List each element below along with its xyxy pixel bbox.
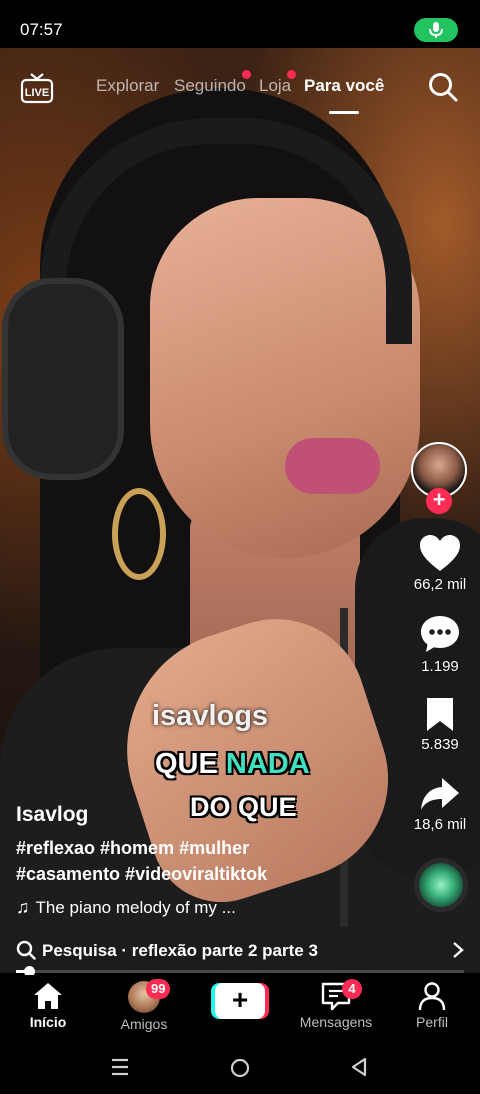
nav-home[interactable]: Início	[0, 981, 98, 1030]
music-title: The piano melody of my ...	[35, 898, 236, 917]
share-arrow-icon	[421, 778, 459, 810]
save-button[interactable]: 5.839	[405, 696, 475, 753]
nav-friends-label: Amigos	[120, 1016, 168, 1032]
mic-active-indicator	[414, 18, 458, 42]
nav-profile[interactable]: Perfil	[382, 981, 480, 1030]
save-count: 5.839	[421, 736, 459, 753]
music-disc[interactable]	[414, 858, 468, 912]
video-watermark-handle: isavlogs	[152, 700, 269, 732]
home-icon	[34, 983, 62, 1009]
subtitle-prefix: QUE	[155, 748, 226, 780]
heart-icon	[420, 535, 460, 571]
plus-icon: +	[215, 983, 265, 1019]
related-search-label: Pesquisa · reflexão parte 2 parte 3	[42, 941, 318, 960]
nav-home-label: Início	[29, 1014, 67, 1030]
home-circle-icon[interactable]	[229, 1057, 251, 1079]
bottom-navigation: Início Amigos 99 + Mensagens 4 Perfil	[0, 975, 480, 1039]
microphone-icon	[429, 22, 443, 38]
person-icon	[418, 982, 446, 1011]
video-subtitle-line1: QUE NADA	[155, 748, 310, 781]
comment-button[interactable]: 1.199	[405, 614, 475, 675]
music-note-icon: ♫	[16, 897, 30, 917]
share-button[interactable]: 18,6 mil	[405, 776, 475, 833]
tab-seguindo[interactable]: Seguindo	[174, 76, 246, 96]
comment-icon	[421, 616, 459, 652]
chevron-right-icon	[453, 942, 464, 958]
like-count: 66,2 mil	[413, 576, 467, 593]
follow-button[interactable]: +	[426, 488, 452, 514]
search-icon	[429, 73, 458, 102]
subtitle-highlight: NADA	[225, 748, 310, 780]
hashtags-line1[interactable]: #reflexao #homem #mulher	[16, 838, 249, 859]
tab-explorar[interactable]: Explorar	[96, 76, 159, 96]
video-progress-bar[interactable]	[16, 966, 464, 977]
status-time: 07:57	[20, 20, 63, 39]
tab-para-voce[interactable]: Para você	[304, 76, 384, 96]
bookmark-icon	[427, 698, 453, 731]
author-name[interactable]: Isavlog	[16, 803, 88, 827]
nav-profile-label: Perfil	[416, 1014, 448, 1030]
system-navigation-bar	[0, 1039, 480, 1094]
live-button[interactable]: LIVE	[20, 72, 54, 104]
messages-badge: 4	[342, 979, 362, 999]
live-tv-icon: LIVE	[20, 73, 54, 104]
friends-badge: 99	[146, 979, 171, 999]
music-info[interactable]: ♫ The piano melody of my ...	[16, 897, 236, 918]
comment-count: 1.199	[421, 658, 459, 675]
related-search-bar[interactable]: Pesquisa · reflexão parte 2 parte 3	[0, 927, 480, 973]
loja-notification-dot	[287, 70, 296, 79]
create-button[interactable]: +	[211, 983, 269, 1019]
share-count: 18,6 mil	[413, 816, 467, 833]
creator-avatar[interactable]: +	[411, 442, 467, 514]
search-icon	[16, 940, 36, 960]
search-button[interactable]	[428, 72, 458, 107]
like-button[interactable]: 66,2 mil	[405, 534, 475, 593]
nav-messages-label: Mensagens	[299, 1014, 373, 1030]
status-bar: 07:57	[0, 0, 480, 48]
recent-apps-icon[interactable]	[110, 1057, 130, 1077]
nav-messages[interactable]: Mensagens	[286, 981, 386, 1030]
seguindo-notification-dot	[242, 70, 251, 79]
video-subtitle-line2: DO QUE	[190, 792, 297, 822]
nav-friends[interactable]: Amigos	[94, 981, 194, 1032]
active-tab-indicator	[329, 111, 359, 114]
svg-text:LIVE: LIVE	[25, 87, 49, 99]
tab-loja[interactable]: Loja	[259, 76, 291, 96]
back-triangle-icon[interactable]	[350, 1057, 368, 1077]
hashtags-line2[interactable]: #casamento #videoviraltiktok	[16, 864, 267, 885]
